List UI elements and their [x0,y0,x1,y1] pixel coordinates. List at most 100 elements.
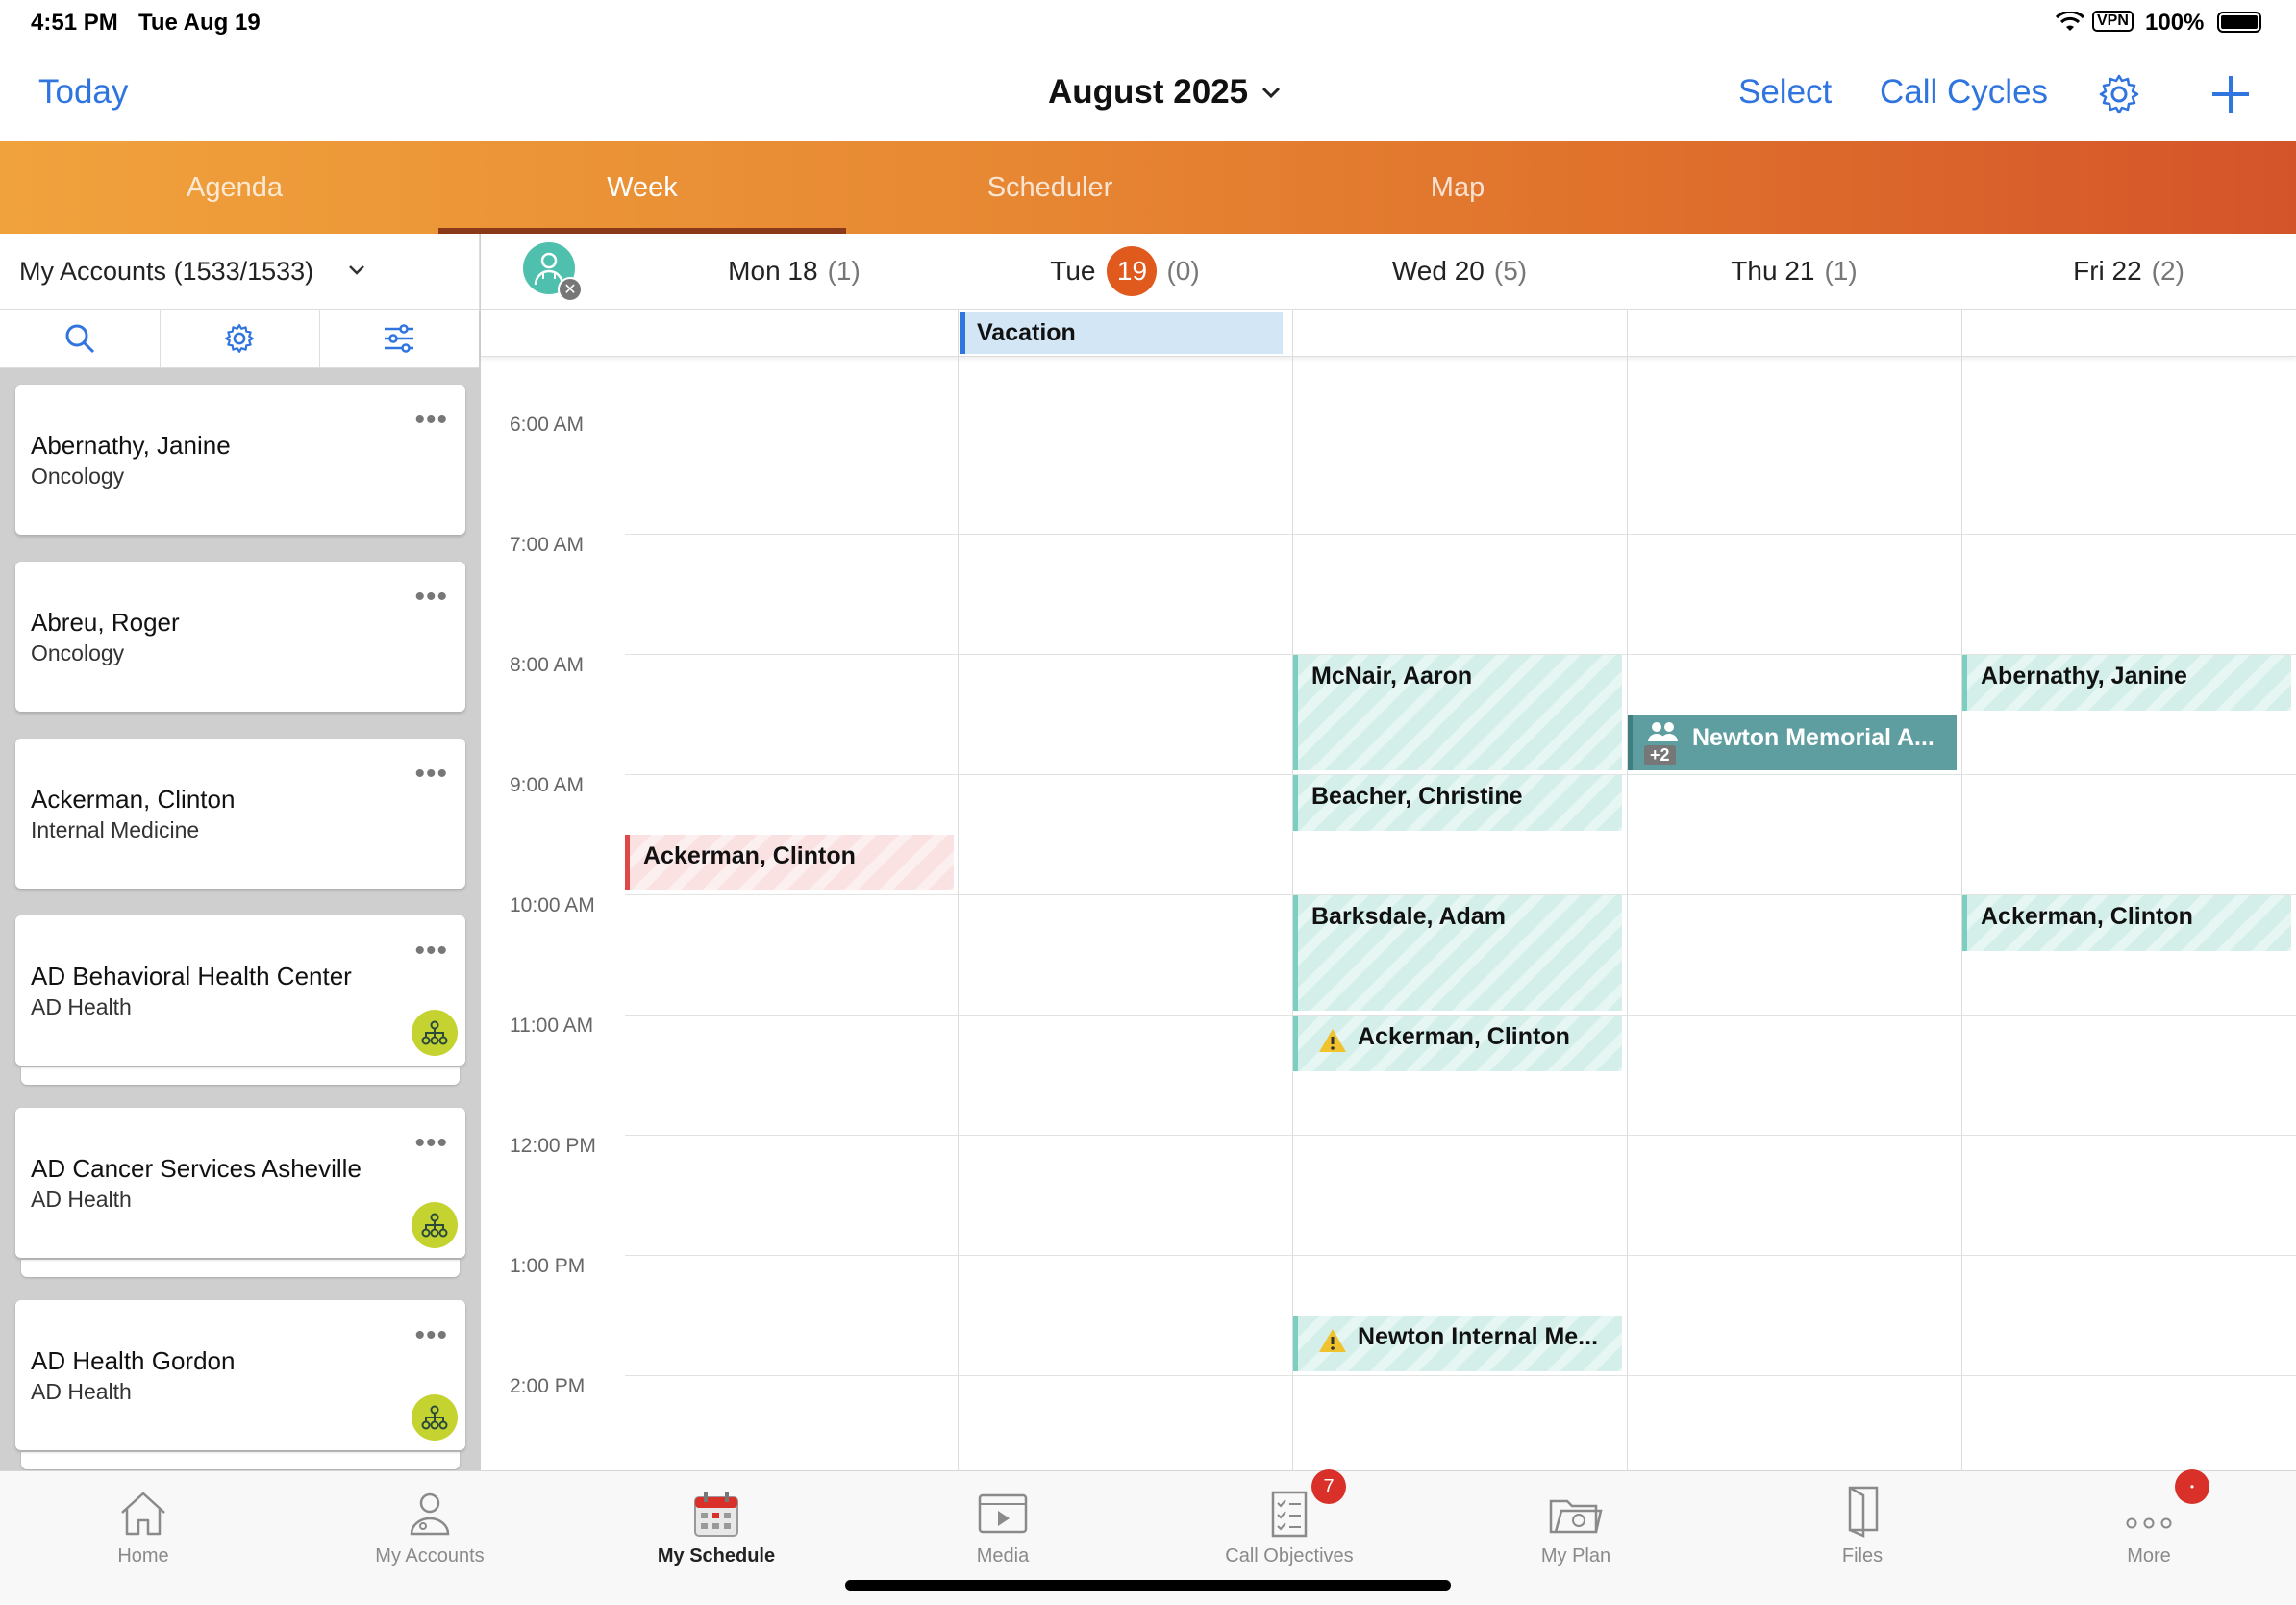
account-specialty: AD Health [31,994,132,1019]
more-options-icon[interactable]: ••• [414,1127,448,1160]
folder-icon [1549,1499,1603,1534]
day-header-tue[interactable]: Tue 19 (0) [958,234,1292,309]
battery-icon [2217,12,2261,33]
tab-week[interactable]: Week [438,141,846,234]
bottom-tab-bar: Home My Accounts My Schedule Media Call … [0,1469,2296,1605]
nav-files[interactable]: Files [1719,1471,2006,1567]
account-card[interactable]: Ackerman, Clinton Internal Medicine ••• [15,739,465,889]
account-card[interactable]: Abreu, Roger Oncology ••• [15,562,465,712]
calendar-icon [694,1492,738,1537]
more-options-icon[interactable]: ••• [414,758,448,790]
tab-map[interactable]: Map [1254,141,1661,234]
vacation-event[interactable]: Vacation [960,312,1283,354]
notification-badge: 7 [1311,1469,1346,1504]
nav-my-schedule[interactable]: My Schedule [573,1471,860,1567]
account-card[interactable]: AD Behavioral Health Center AD Health ••… [15,915,465,1066]
home-icon [121,1492,165,1536]
day-label: Mon 18 [728,256,818,286]
accounts-toolbar [0,310,479,368]
day-header-fri[interactable]: Fri 22 (2) [1961,234,2296,309]
hierarchy-icon[interactable] [412,1202,458,1248]
account-settings-button[interactable] [160,310,320,367]
time-label: 1:00 PM [510,1255,586,1277]
day-header-thu[interactable]: Thu 21 (1) [1627,234,1961,309]
day-header-wed[interactable]: Wed 20 (5) [1292,234,1627,309]
clear-filter-icon[interactable]: ✕ [558,277,583,302]
call-event[interactable]: Ackerman, Clinton [1293,1016,1622,1071]
account-name: Abernathy, Janine [31,431,231,460]
accounts-header[interactable]: My Accounts (1533/1533) [0,234,480,310]
account-card[interactable]: AD Cancer Services Asheville AD Health •… [15,1108,465,1258]
call-event[interactable]: Barksdale, Adam [1293,895,1622,1011]
search-icon [65,324,95,354]
accounts-title: My Accounts (1533/1533) [19,257,314,286]
more-options-icon[interactable]: ••• [414,1319,448,1352]
day-count: (1) [827,256,861,286]
hierarchy-icon[interactable] [412,1010,458,1056]
call-event[interactable]: Newton Internal Me... [1293,1316,1622,1371]
day-divider [1292,310,1293,1470]
today-button[interactable]: Today [38,73,128,112]
call-event[interactable]: Ackerman, Clinton [625,835,954,890]
more-options-icon[interactable]: ••• [414,935,448,967]
account-name: Ackerman, Clinton [31,785,236,814]
group-call-event[interactable]: +2 Newton Memorial A... [1628,715,1957,770]
nav-label: My Plan [1540,1545,1611,1567]
add-icon[interactable] [2209,73,2252,115]
call-event[interactable]: Ackerman, Clinton [1962,895,2291,951]
event-title: Newton Memorial A... [1692,724,1934,751]
nav-call-objectives[interactable]: Call Objectives 7 [1146,1469,1433,1567]
month-selector[interactable]: August 2025 [1048,73,1281,112]
call-event[interactable]: Beacher, Christine [1293,775,1622,831]
day-count: (1) [1824,256,1858,286]
day-count: (2) [2151,256,2184,286]
account-name: AD Cancer Services Asheville [31,1154,362,1183]
call-event[interactable]: Abernathy, Janine [1962,655,2291,711]
event-title: Newton Internal Me... [1358,1323,1599,1350]
nav-my-plan[interactable]: My Plan [1433,1471,1719,1567]
more-icon [2126,1517,2172,1529]
call-cycles-button[interactable]: Call Cycles [1880,73,2048,112]
day-divider [958,310,959,1470]
day-label: Tue [1050,256,1096,286]
settings-gear-icon[interactable] [2098,73,2140,115]
today-date-badge: 19 [1107,246,1158,296]
account-card[interactable]: Abernathy, Janine Oncology ••• [15,385,465,535]
account-specialty: Oncology [31,464,125,489]
tab-agenda[interactable]: Agenda [31,141,438,234]
tab-scheduler[interactable]: Scheduler [846,141,1254,234]
day-divider [1961,310,1962,1470]
day-count: (0) [1166,256,1200,286]
time-label: 6:00 AM [510,414,585,436]
attendee-count-badge: +2 [1644,745,1676,765]
filter-sliders-icon [385,324,413,353]
time-label: 8:00 AM [510,654,585,676]
nav-more[interactable]: More • [2006,1469,2292,1567]
battery-percent: 100% [2145,10,2205,36]
call-event[interactable]: McNair, Aaron [1293,655,1622,770]
filter-button[interactable] [319,310,479,367]
doctor-filter-avatar[interactable]: ✕ [523,242,583,302]
day-label: Thu 21 [1731,256,1815,286]
nav-home[interactable]: Home [0,1471,287,1567]
status-time: 4:51 PM [31,10,118,36]
select-button[interactable]: Select [1738,73,1832,112]
day-header-mon[interactable]: Mon 18 (1) [627,234,961,309]
wifi-icon [2056,12,2084,31]
all-day-row [481,310,2296,357]
account-card[interactable]: AD Health Gordon AD Health ••• [15,1300,465,1450]
nav-media[interactable]: Media [860,1471,1146,1567]
month-title: August 2025 [1048,73,1249,111]
more-options-icon[interactable]: ••• [414,581,448,614]
time-label: 9:00 AM [510,774,585,796]
account-name: Abreu, Roger [31,608,180,637]
nav-label: Files [1841,1545,1884,1567]
hour-line [625,1255,2296,1256]
nav-my-accounts[interactable]: My Accounts [287,1471,573,1567]
search-button[interactable] [0,310,161,367]
more-options-icon[interactable]: ••• [414,404,448,437]
account-specialty: AD Health [31,1379,132,1404]
accounts-icon [410,1492,450,1536]
day-count: (5) [1493,256,1528,286]
hierarchy-icon[interactable] [412,1394,458,1441]
